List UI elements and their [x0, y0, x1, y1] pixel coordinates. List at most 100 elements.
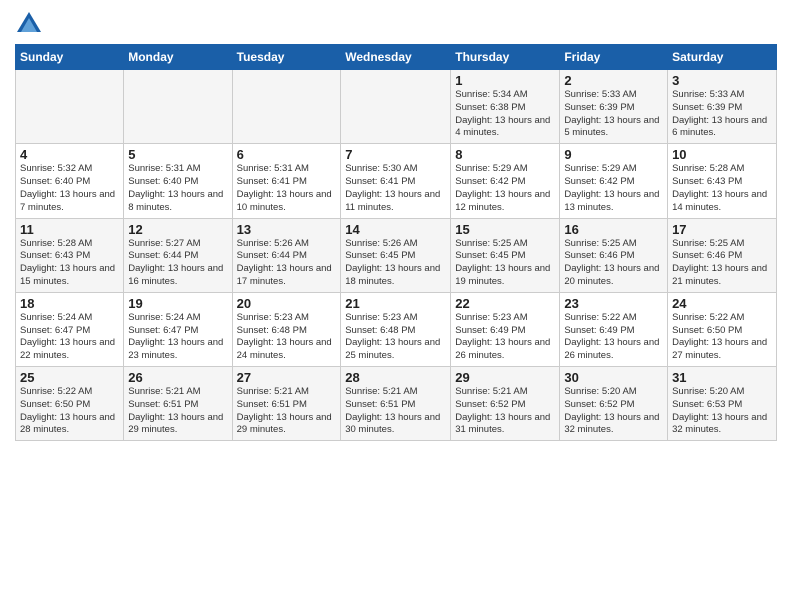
calendar-cell: 23Sunrise: 5:22 AM Sunset: 6:49 PM Dayli… [560, 292, 668, 366]
calendar-cell: 5Sunrise: 5:31 AM Sunset: 6:40 PM Daylig… [124, 144, 232, 218]
day-number: 3 [672, 73, 772, 88]
day-info: Sunrise: 5:25 AM Sunset: 6:46 PM Dayligh… [672, 238, 772, 289]
day-number: 20 [237, 296, 337, 311]
calendar-cell: 2Sunrise: 5:33 AM Sunset: 6:39 PM Daylig… [560, 70, 668, 144]
day-number: 25 [20, 370, 119, 385]
calendar-cell: 31Sunrise: 5:20 AM Sunset: 6:53 PM Dayli… [668, 367, 777, 441]
day-info: Sunrise: 5:33 AM Sunset: 6:39 PM Dayligh… [564, 89, 663, 140]
calendar-cell: 24Sunrise: 5:22 AM Sunset: 6:50 PM Dayli… [668, 292, 777, 366]
calendar-cell: 30Sunrise: 5:20 AM Sunset: 6:52 PM Dayli… [560, 367, 668, 441]
day-number: 4 [20, 147, 119, 162]
day-number: 23 [564, 296, 663, 311]
calendar-cell [16, 70, 124, 144]
weekday-header-row: SundayMondayTuesdayWednesdayThursdayFrid… [16, 45, 777, 70]
day-info: Sunrise: 5:25 AM Sunset: 6:46 PM Dayligh… [564, 238, 663, 289]
day-number: 9 [564, 147, 663, 162]
weekday-header-tuesday: Tuesday [232, 45, 341, 70]
calendar-cell: 28Sunrise: 5:21 AM Sunset: 6:51 PM Dayli… [341, 367, 451, 441]
day-number: 24 [672, 296, 772, 311]
calendar-cell: 1Sunrise: 5:34 AM Sunset: 6:38 PM Daylig… [451, 70, 560, 144]
day-number: 15 [455, 222, 555, 237]
calendar-cell: 29Sunrise: 5:21 AM Sunset: 6:52 PM Dayli… [451, 367, 560, 441]
calendar-cell [232, 70, 341, 144]
day-number: 26 [128, 370, 227, 385]
calendar-cell: 15Sunrise: 5:25 AM Sunset: 6:45 PM Dayli… [451, 218, 560, 292]
weekday-header-thursday: Thursday [451, 45, 560, 70]
calendar-cell: 14Sunrise: 5:26 AM Sunset: 6:45 PM Dayli… [341, 218, 451, 292]
day-number: 7 [345, 147, 446, 162]
day-number: 17 [672, 222, 772, 237]
calendar-cell: 19Sunrise: 5:24 AM Sunset: 6:47 PM Dayli… [124, 292, 232, 366]
calendar-cell: 11Sunrise: 5:28 AM Sunset: 6:43 PM Dayli… [16, 218, 124, 292]
day-info: Sunrise: 5:31 AM Sunset: 6:41 PM Dayligh… [237, 163, 337, 214]
logo-icon [15, 10, 43, 38]
day-number: 6 [237, 147, 337, 162]
day-info: Sunrise: 5:24 AM Sunset: 6:47 PM Dayligh… [128, 312, 227, 363]
day-info: Sunrise: 5:26 AM Sunset: 6:45 PM Dayligh… [345, 238, 446, 289]
calendar-cell: 13Sunrise: 5:26 AM Sunset: 6:44 PM Dayli… [232, 218, 341, 292]
day-number: 11 [20, 222, 119, 237]
weekday-header-monday: Monday [124, 45, 232, 70]
weekday-header-wednesday: Wednesday [341, 45, 451, 70]
logo [15, 10, 47, 38]
day-info: Sunrise: 5:29 AM Sunset: 6:42 PM Dayligh… [455, 163, 555, 214]
day-info: Sunrise: 5:34 AM Sunset: 6:38 PM Dayligh… [455, 89, 555, 140]
calendar: SundayMondayTuesdayWednesdayThursdayFrid… [15, 44, 777, 441]
calendar-cell [341, 70, 451, 144]
day-number: 5 [128, 147, 227, 162]
day-info: Sunrise: 5:21 AM Sunset: 6:51 PM Dayligh… [237, 386, 337, 437]
day-number: 2 [564, 73, 663, 88]
day-info: Sunrise: 5:23 AM Sunset: 6:48 PM Dayligh… [237, 312, 337, 363]
calendar-cell: 20Sunrise: 5:23 AM Sunset: 6:48 PM Dayli… [232, 292, 341, 366]
day-number: 18 [20, 296, 119, 311]
day-info: Sunrise: 5:22 AM Sunset: 6:50 PM Dayligh… [20, 386, 119, 437]
day-info: Sunrise: 5:33 AM Sunset: 6:39 PM Dayligh… [672, 89, 772, 140]
day-number: 13 [237, 222, 337, 237]
day-info: Sunrise: 5:32 AM Sunset: 6:40 PM Dayligh… [20, 163, 119, 214]
day-number: 27 [237, 370, 337, 385]
day-info: Sunrise: 5:23 AM Sunset: 6:48 PM Dayligh… [345, 312, 446, 363]
calendar-cell: 10Sunrise: 5:28 AM Sunset: 6:43 PM Dayli… [668, 144, 777, 218]
day-info: Sunrise: 5:28 AM Sunset: 6:43 PM Dayligh… [672, 163, 772, 214]
calendar-cell: 12Sunrise: 5:27 AM Sunset: 6:44 PM Dayli… [124, 218, 232, 292]
day-info: Sunrise: 5:21 AM Sunset: 6:52 PM Dayligh… [455, 386, 555, 437]
week-row-4: 18Sunrise: 5:24 AM Sunset: 6:47 PM Dayli… [16, 292, 777, 366]
day-info: Sunrise: 5:27 AM Sunset: 6:44 PM Dayligh… [128, 238, 227, 289]
day-number: 16 [564, 222, 663, 237]
week-row-5: 25Sunrise: 5:22 AM Sunset: 6:50 PM Dayli… [16, 367, 777, 441]
day-number: 19 [128, 296, 227, 311]
calendar-cell: 25Sunrise: 5:22 AM Sunset: 6:50 PM Dayli… [16, 367, 124, 441]
calendar-cell: 16Sunrise: 5:25 AM Sunset: 6:46 PM Dayli… [560, 218, 668, 292]
calendar-cell: 22Sunrise: 5:23 AM Sunset: 6:49 PM Dayli… [451, 292, 560, 366]
calendar-cell: 8Sunrise: 5:29 AM Sunset: 6:42 PM Daylig… [451, 144, 560, 218]
week-row-2: 4Sunrise: 5:32 AM Sunset: 6:40 PM Daylig… [16, 144, 777, 218]
day-info: Sunrise: 5:25 AM Sunset: 6:45 PM Dayligh… [455, 238, 555, 289]
day-number: 14 [345, 222, 446, 237]
calendar-cell: 9Sunrise: 5:29 AM Sunset: 6:42 PM Daylig… [560, 144, 668, 218]
day-info: Sunrise: 5:20 AM Sunset: 6:52 PM Dayligh… [564, 386, 663, 437]
weekday-header-saturday: Saturday [668, 45, 777, 70]
weekday-header-sunday: Sunday [16, 45, 124, 70]
day-number: 29 [455, 370, 555, 385]
day-info: Sunrise: 5:21 AM Sunset: 6:51 PM Dayligh… [345, 386, 446, 437]
week-row-1: 1Sunrise: 5:34 AM Sunset: 6:38 PM Daylig… [16, 70, 777, 144]
day-info: Sunrise: 5:28 AM Sunset: 6:43 PM Dayligh… [20, 238, 119, 289]
calendar-cell: 7Sunrise: 5:30 AM Sunset: 6:41 PM Daylig… [341, 144, 451, 218]
day-info: Sunrise: 5:24 AM Sunset: 6:47 PM Dayligh… [20, 312, 119, 363]
day-number: 28 [345, 370, 446, 385]
calendar-cell: 26Sunrise: 5:21 AM Sunset: 6:51 PM Dayli… [124, 367, 232, 441]
day-info: Sunrise: 5:26 AM Sunset: 6:44 PM Dayligh… [237, 238, 337, 289]
calendar-cell: 6Sunrise: 5:31 AM Sunset: 6:41 PM Daylig… [232, 144, 341, 218]
weekday-header-friday: Friday [560, 45, 668, 70]
calendar-cell: 4Sunrise: 5:32 AM Sunset: 6:40 PM Daylig… [16, 144, 124, 218]
calendar-cell: 27Sunrise: 5:21 AM Sunset: 6:51 PM Dayli… [232, 367, 341, 441]
calendar-cell: 3Sunrise: 5:33 AM Sunset: 6:39 PM Daylig… [668, 70, 777, 144]
day-number: 31 [672, 370, 772, 385]
day-number: 10 [672, 147, 772, 162]
day-number: 12 [128, 222, 227, 237]
day-number: 21 [345, 296, 446, 311]
calendar-cell [124, 70, 232, 144]
day-info: Sunrise: 5:22 AM Sunset: 6:50 PM Dayligh… [672, 312, 772, 363]
day-number: 30 [564, 370, 663, 385]
calendar-cell: 18Sunrise: 5:24 AM Sunset: 6:47 PM Dayli… [16, 292, 124, 366]
